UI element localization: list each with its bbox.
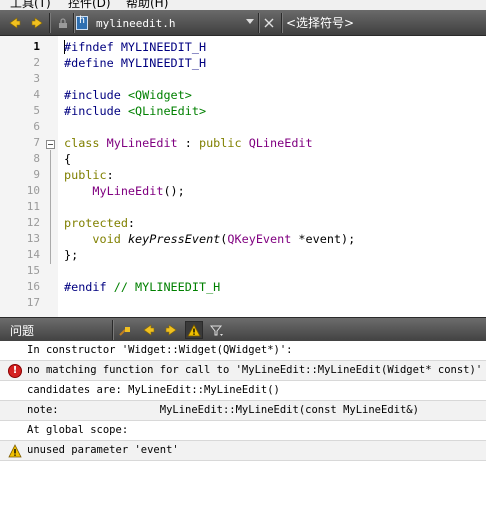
broom-icon [119,327,130,336]
header-file-icon [76,15,88,30]
menu-controls[interactable]: 控件(D) [68,0,111,10]
forward-button[interactable] [28,14,46,32]
line-number: 10 [26,184,40,197]
code-line-8: { [64,152,72,166]
arrow-right-icon [31,17,43,29]
line-number: 14 [26,248,40,261]
issue-row[interactable]: candidates are: MyLineEdit::MyLineEdit() [0,381,486,401]
arrow-left-icon [9,17,21,29]
close-document-button[interactable] [260,14,278,32]
next-issue-button[interactable] [162,321,180,339]
line-number: 16 [26,280,40,293]
code-line-5: #include <QLineEdit> [64,104,207,118]
code-line-9: public: [64,168,114,182]
line-number: 5 [33,104,40,117]
line-number: 7 [33,136,40,149]
line-number: 8 [33,152,40,165]
code-line-2: #define MYLINEEDIT_H [64,56,207,70]
issue-text: candidates are: MyLineEdit::MyLineEdit() [27,384,280,396]
issue-row[interactable]: At global scope: [0,421,486,441]
menu-tools[interactable]: 工具(T) [10,0,51,10]
line-number: 11 [26,200,40,213]
filter-button[interactable] [208,321,226,339]
issue-text: In constructor 'Widget::Widget(QWidget*)… [27,344,293,356]
menu-help[interactable]: 帮助(H) [126,0,168,10]
editor-toolbar: mylineedit.h <选择符号> [0,10,486,36]
line-number: 4 [33,88,40,101]
issue-text: no matching function for call to 'MyLine… [27,364,483,376]
code-line-13: void keyPressEvent(QKeyEvent *event); [92,232,356,246]
code-line-16: #endif // MYLINEEDIT_H [64,280,221,294]
menubar: 工具(T) 控件(D) 帮助(H) [0,0,486,10]
issue-row[interactable]: ! no matching function for call to 'MyLi… [0,361,486,381]
file-selector[interactable]: mylineedit.h [76,14,258,32]
issues-panel-header: 问题 [0,317,486,341]
arrow-right-icon [165,324,177,336]
chevron-down-icon [246,19,254,24]
code-line-1: #ifndef MYLINEEDIT_H [64,40,207,54]
line-number: 2 [33,56,40,69]
line-number: 17 [26,296,40,309]
code-line-12: protected: [64,216,136,230]
arrow-left-icon [143,324,155,336]
error-icon: ! [8,364,22,378]
back-button[interactable] [6,14,24,32]
line-number: 15 [26,264,40,277]
issues-list: In constructor 'Widget::Widget(QWidget*)… [0,341,486,524]
issue-text: note: MyLineEdit::MyLineEdit(const MyLin… [27,404,419,416]
fold-range-line [50,150,51,264]
issue-text: unused parameter 'event' [27,444,179,456]
code-line-4: #include <QWidget> [64,88,192,102]
show-warnings-toggle[interactable] [185,321,203,339]
code-line-10: MyLineEdit(); [92,184,185,198]
line-number: 12 [26,216,40,229]
line-number: 3 [33,72,40,85]
close-icon [264,18,274,28]
fold-toggle-icon[interactable] [46,140,55,149]
code-line-7: class MyLineEdit : public QLineEdit [64,136,313,150]
file-name: mylineedit.h [96,16,176,30]
line-number: 1 [33,40,40,53]
filter-icon [210,325,223,336]
symbol-selector[interactable]: <选择符号> [286,14,354,32]
code-line-14: }; [64,248,79,262]
issue-text: At global scope: [27,424,129,436]
previous-issue-button[interactable] [140,321,158,339]
warning-icon [187,323,201,336]
code-editor[interactable]: 1 2 3 4 5 6 7 8 9 10 11 12 13 14 15 16 1… [0,36,486,317]
issue-row[interactable]: note: MyLineEdit::MyLineEdit(const MyLin… [0,401,486,421]
lock-icon [59,18,67,28]
issues-panel-title: 问题 [10,324,35,338]
line-number: 6 [33,120,40,133]
clear-issues-button[interactable] [116,321,134,339]
line-number: 9 [33,168,40,181]
warning-icon [8,444,22,458]
line-number-gutter: 1 2 3 4 5 6 7 8 9 10 11 12 13 14 15 16 1… [0,36,58,317]
issue-row[interactable]: In constructor 'Widget::Widget(QWidget*)… [0,341,486,361]
line-number: 13 [26,232,40,245]
issue-row[interactable]: unused parameter 'event' [0,441,486,461]
lock-button[interactable] [54,14,72,32]
